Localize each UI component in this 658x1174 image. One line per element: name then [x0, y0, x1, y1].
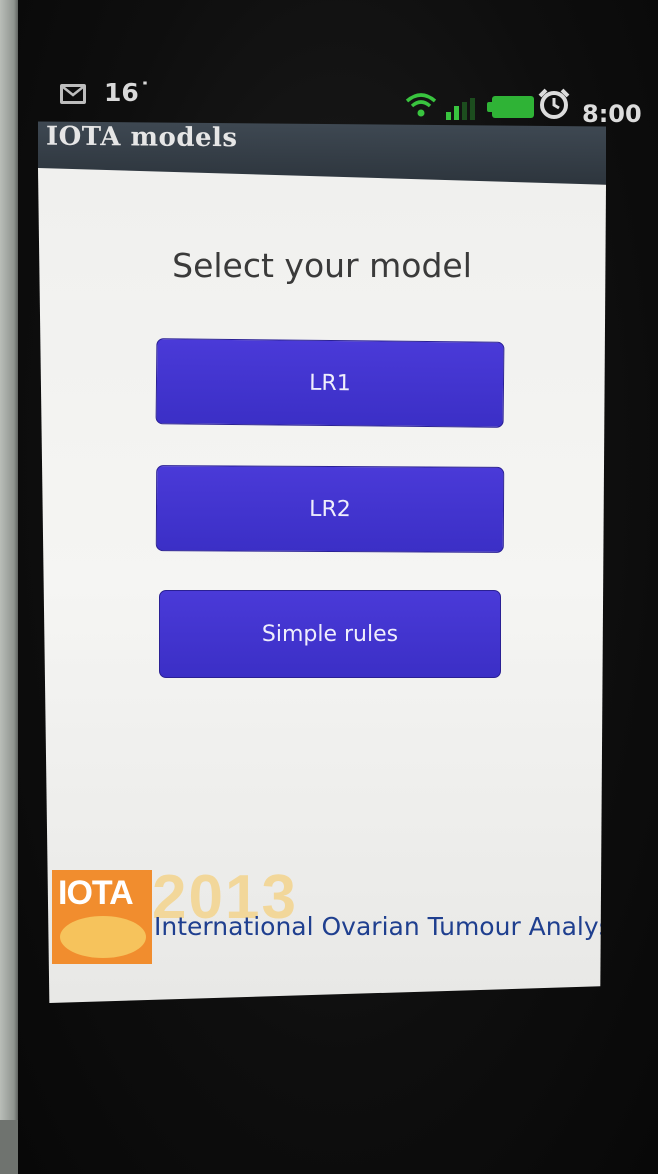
simple-rules-button[interactable]: Simple rules: [159, 590, 501, 678]
battery-icon: [487, 96, 534, 118]
logo-ovary-icon: [60, 916, 146, 958]
background-wall: [0, 0, 20, 1174]
logo-tagline: International Ovarian Tumour Analysis: [154, 912, 632, 941]
alarm-icon: [537, 88, 571, 124]
iota-logo: IOTA 2013 International Ovarian Tumour A…: [50, 863, 606, 968]
background-floor: [0, 1120, 20, 1174]
clock-text: 8:00: [582, 100, 642, 128]
app-title: IOTA models: [46, 121, 238, 154]
page-heading: Select your model: [172, 246, 472, 285]
lr2-button[interactable]: LR2: [155, 465, 505, 553]
temperature-text: 16˙: [104, 78, 152, 107]
status-bar: 16˙ 8:00: [40, 78, 642, 128]
signal-icon: [446, 98, 478, 124]
lr1-button[interactable]: LR1: [155, 338, 505, 428]
logo-badge: IOTA: [52, 870, 152, 964]
mail-icon: [60, 84, 86, 104]
logo-badge-text: IOTA: [58, 874, 134, 912]
wifi-icon: [405, 92, 437, 122]
main-content: Select your model LR1 LR2 Simple rules I…: [38, 168, 606, 1003]
